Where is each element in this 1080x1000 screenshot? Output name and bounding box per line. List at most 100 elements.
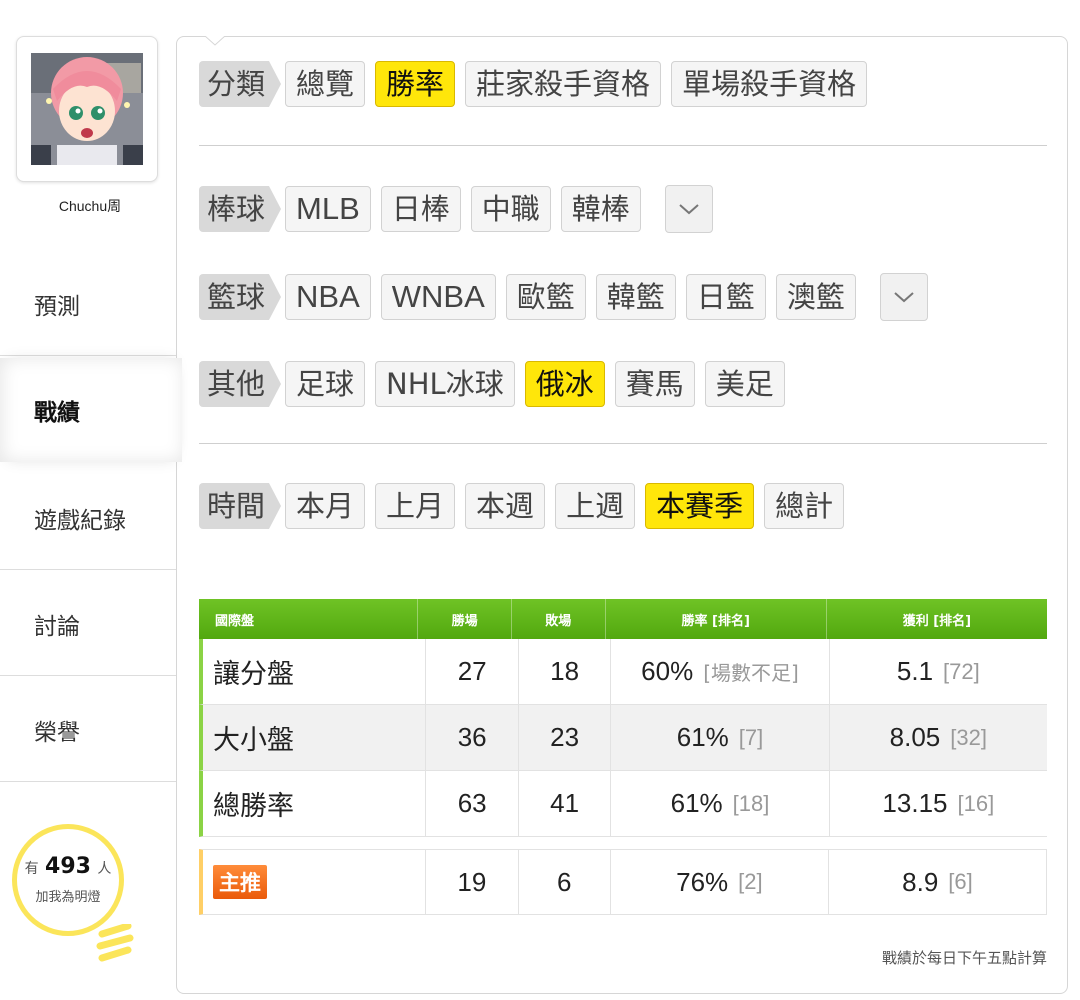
sidebar-item-predict[interactable]: 預測 bbox=[0, 252, 178, 356]
chip-japan-basketball[interactable]: 日籃 bbox=[685, 274, 766, 320]
sidebar-item-honors[interactable]: 榮譽 bbox=[0, 678, 178, 782]
row-name: 讓分盤 bbox=[203, 639, 427, 704]
chip-khl[interactable]: 俄冰 bbox=[524, 361, 605, 407]
profit-value: 8.9 bbox=[902, 866, 939, 897]
chip-bookmaker-killer[interactable]: 莊家殺手資格 bbox=[465, 61, 662, 107]
sidebar: Chuchu周 預測 戰績 遊戲紀錄 討論 榮譽 有 493 人 加我為明燈 bbox=[0, 0, 182, 1000]
chip-win-rate[interactable]: 勝率 bbox=[375, 61, 456, 107]
chip-cpbl[interactable]: 中職 bbox=[470, 186, 551, 232]
profit-value: 13.15 bbox=[882, 788, 948, 818]
lightbulb-icon bbox=[12, 824, 124, 936]
avatar[interactable] bbox=[16, 36, 158, 182]
chip-this-season[interactable]: 本賽季 bbox=[645, 483, 755, 529]
col-header-profit: 獲利 [排名] bbox=[902, 613, 972, 629]
chip-soccer[interactable]: 足球 bbox=[285, 361, 366, 407]
chip-nhl[interactable]: NHL冰球 bbox=[375, 361, 515, 407]
row-win-rate: 76% [2] bbox=[611, 850, 829, 914]
sidebar-item-record[interactable]: 戰績 bbox=[0, 358, 182, 462]
chip-single-game-killer[interactable]: 單場殺手資格 bbox=[671, 61, 868, 107]
chip-last-week[interactable]: 上週 bbox=[555, 483, 636, 529]
row-wins: 63 bbox=[426, 771, 519, 836]
profit-value: 5.1 bbox=[896, 656, 934, 686]
chip-wnba[interactable]: WNBA bbox=[380, 274, 496, 320]
win-rate-value: 61% bbox=[676, 722, 729, 752]
row-name: 總勝率 bbox=[203, 771, 427, 836]
expand-basketball-button[interactable] bbox=[879, 273, 928, 321]
row-wins: 36 bbox=[426, 705, 519, 770]
chip-this-month[interactable]: 本月 bbox=[285, 483, 366, 529]
filter-label-basketball: 籃球 bbox=[199, 274, 282, 320]
stats-table: 國際盤 勝場 敗場 勝率 [排名] 獲利 [排名] 讓分盤 27 18 60% … bbox=[199, 599, 1047, 915]
row-losses: 23 bbox=[519, 705, 612, 770]
chip-overview[interactable]: 總覽 bbox=[285, 61, 366, 107]
profit-rank: [6] bbox=[948, 869, 973, 894]
row-profit: 8.05 [32] bbox=[830, 705, 1047, 770]
row-profit: 5.1 [72] bbox=[830, 639, 1047, 704]
chip-this-week[interactable]: 本週 bbox=[465, 483, 546, 529]
win-rate-rank: [18] bbox=[732, 790, 770, 816]
win-rate-rank: [2] bbox=[738, 869, 763, 894]
profit-rank: [16] bbox=[957, 790, 995, 816]
win-rate-rank: [7] bbox=[738, 724, 764, 750]
filter-row-basketball: 籃球 NBA WNBA 歐籃 韓籃 日籃 澳籃 bbox=[199, 273, 938, 321]
profit-value: 8.05 bbox=[889, 722, 941, 752]
divider bbox=[199, 443, 1047, 444]
chip-horse-racing[interactable]: 賽馬 bbox=[614, 361, 695, 407]
featured-badge: 主推 bbox=[213, 865, 267, 899]
chip-npb[interactable]: 日棒 bbox=[380, 186, 461, 232]
win-rate-value: 61% bbox=[670, 788, 723, 818]
sidebar-item-game-history[interactable]: 遊戲紀錄 bbox=[0, 466, 178, 570]
fan-count-line: 有 493 人 bbox=[12, 854, 124, 879]
featured-row: 主推 19 6 76% [2] 8.9 [6] bbox=[199, 849, 1047, 915]
chip-american-football[interactable]: 美足 bbox=[704, 361, 785, 407]
filter-label-time: 時間 bbox=[199, 483, 282, 529]
chip-last-month[interactable]: 上月 bbox=[375, 483, 456, 529]
row-wins: 19 bbox=[426, 850, 519, 914]
row-losses: 41 bbox=[519, 771, 612, 836]
avatar-image bbox=[31, 53, 143, 165]
row-win-rate: 61% [7] bbox=[611, 705, 830, 770]
fan-count-suffix: 人 bbox=[97, 861, 112, 877]
profit-rank: [72] bbox=[943, 658, 980, 684]
chip-mlb[interactable]: MLB bbox=[285, 186, 371, 232]
calc-footnote: 戰績於每日下午五點計算 bbox=[881, 949, 1047, 967]
user-name: Chuchu周 bbox=[58, 198, 122, 214]
chip-australia-basketball[interactable]: 澳籃 bbox=[775, 274, 856, 320]
table-row: 大小盤 36 23 61% [7] 8.05 [32] bbox=[199, 705, 1047, 771]
row-losses: 6 bbox=[519, 850, 611, 914]
record-panel: 分類 總覽 勝率 莊家殺手資格 單場殺手資格 棒球 MLB 日棒 中職 韓棒 籃… bbox=[176, 36, 1068, 994]
fan-count-prefix: 有 bbox=[24, 861, 39, 877]
chip-korea-basketball[interactable]: 韓籃 bbox=[595, 274, 676, 320]
expand-baseball-button[interactable] bbox=[664, 185, 713, 233]
panel-pointer bbox=[205, 36, 225, 46]
win-rate-rank: [場數不足] bbox=[703, 661, 799, 685]
profit-rank: [32] bbox=[950, 724, 987, 750]
fan-count-widget[interactable]: 有 493 人 加我為明燈 bbox=[12, 824, 134, 970]
chip-euro-basketball[interactable]: 歐籃 bbox=[505, 274, 586, 320]
table-row: 總勝率 63 41 61% [18] 13.15 [16] bbox=[199, 771, 1047, 837]
row-profit: 8.9 [6] bbox=[829, 850, 1046, 914]
fan-caption: 加我為明燈 bbox=[35, 890, 101, 905]
col-header-market: 國際盤 bbox=[199, 599, 419, 639]
chip-nba[interactable]: NBA bbox=[285, 274, 371, 320]
col-header-wins: 勝場 bbox=[418, 599, 512, 639]
table-row: 讓分盤 27 18 60% [場數不足] 5.1 [72] bbox=[199, 639, 1047, 705]
chip-kbo[interactable]: 韓棒 bbox=[560, 186, 641, 232]
table-header: 國際盤 勝場 敗場 勝率 [排名] 獲利 [排名] bbox=[199, 599, 1047, 639]
filter-label-other: 其他 bbox=[199, 361, 282, 407]
chip-total[interactable]: 總計 bbox=[764, 483, 845, 529]
chevron-down-icon bbox=[894, 292, 914, 303]
row-win-rate: 60% [場數不足] bbox=[611, 639, 830, 704]
col-header-win-rate: 勝率 [排名] bbox=[606, 599, 827, 639]
bulb-base-icon bbox=[96, 924, 134, 962]
fan-count: 493 bbox=[45, 854, 91, 879]
row-name: 主推 bbox=[203, 850, 427, 914]
row-wins: 27 bbox=[426, 639, 519, 704]
filter-row-time: 時間 本月 上月 本週 上週 本賽季 總計 bbox=[199, 483, 854, 529]
filter-label-baseball: 棒球 bbox=[199, 186, 282, 232]
col-header-losses: 敗場 bbox=[512, 599, 606, 639]
row-name: 大小盤 bbox=[203, 705, 427, 770]
chevron-down-icon bbox=[679, 204, 699, 215]
sidebar-item-discussion[interactable]: 討論 bbox=[0, 572, 178, 676]
row-losses: 18 bbox=[519, 639, 612, 704]
